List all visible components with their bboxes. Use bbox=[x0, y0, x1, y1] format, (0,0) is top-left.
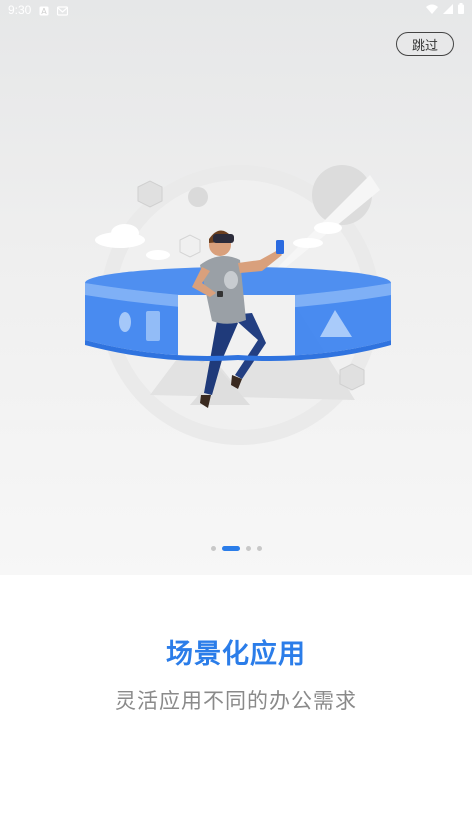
feature-title: 场景化应用 bbox=[166, 639, 306, 670]
vr-scene-illustration bbox=[70, 155, 410, 455]
page-indicator bbox=[0, 544, 472, 552]
feature-subtitle: 灵活应用不同的办公需求 bbox=[115, 689, 357, 713]
onboarding-hero: 9:30 A 跳过 bbox=[0, 0, 472, 575]
page-dot bbox=[256, 545, 262, 551]
signal-icon bbox=[443, 3, 453, 17]
page-dot-active bbox=[221, 545, 240, 551]
status-time: 9:30 bbox=[8, 3, 32, 17]
status-bar: 9:30 A bbox=[0, 0, 472, 20]
skip-button[interactable]: 跳过 bbox=[396, 32, 454, 56]
a-badge-icon: A bbox=[39, 5, 49, 16]
wifi-icon bbox=[426, 3, 438, 17]
battery-icon bbox=[458, 3, 464, 17]
page-dot bbox=[245, 545, 251, 551]
page-dot bbox=[210, 545, 216, 551]
svg-text:A: A bbox=[42, 7, 48, 16]
mail-icon bbox=[57, 5, 69, 16]
